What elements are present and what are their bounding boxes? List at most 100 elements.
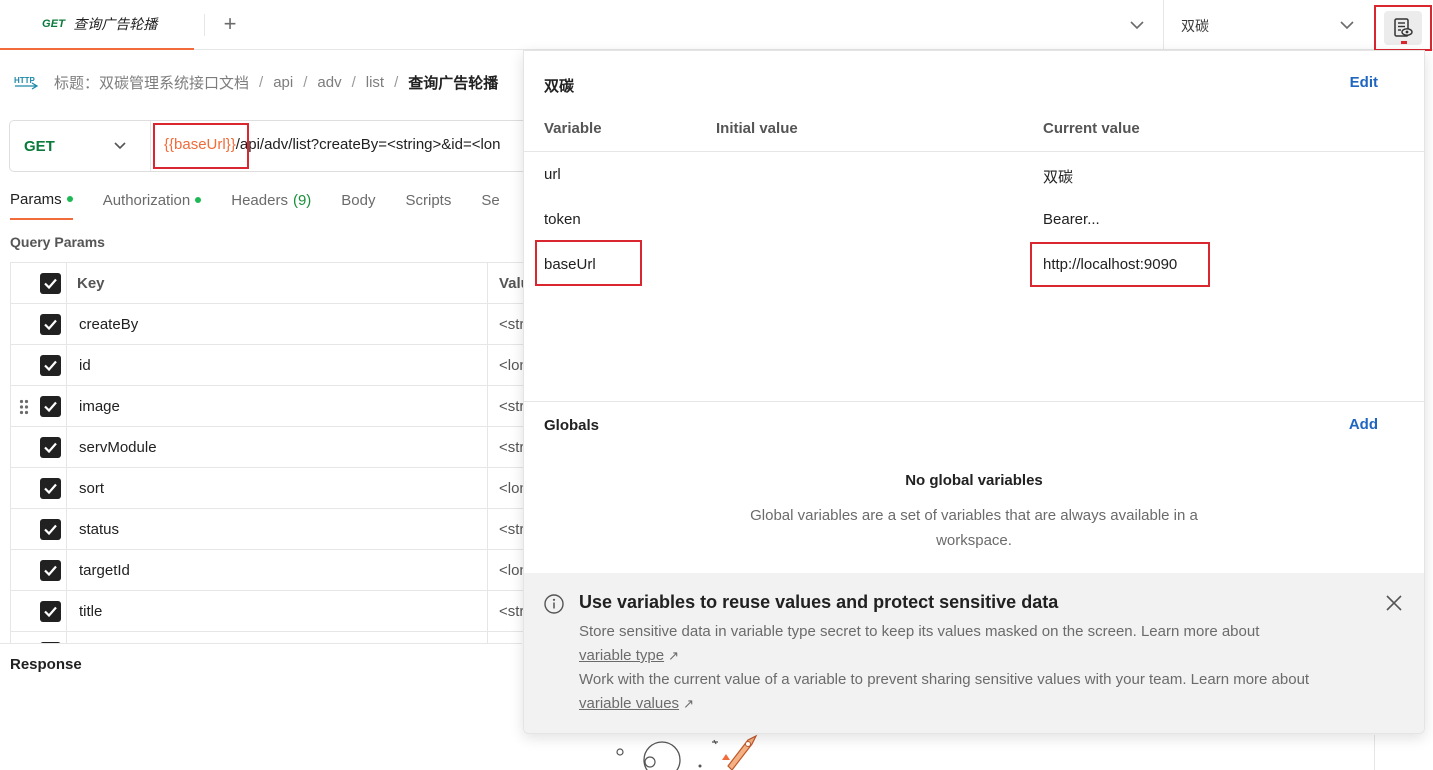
request-tab[interactable]: GET 查询广告轮播 (0, 0, 194, 50)
param-value[interactable]: <str (499, 316, 524, 333)
param-value[interactable]: <str (499, 521, 524, 538)
divider (487, 509, 488, 550)
checkbox-cell (11, 386, 67, 427)
breadcrumb-item[interactable]: adv (317, 74, 341, 91)
row-checkbox[interactable] (40, 396, 61, 417)
divider (524, 151, 1424, 152)
tab-settings[interactable]: Se (481, 188, 499, 220)
breadcrumb-separator: / (259, 73, 264, 91)
method-select[interactable]: GET (10, 121, 150, 171)
environment-quick-look-button[interactable] (1374, 5, 1432, 51)
info-icon (544, 594, 564, 614)
param-key[interactable]: createBy (79, 316, 138, 333)
tab-label: Params (10, 190, 62, 208)
divider (487, 632, 488, 643)
drag-handle-icon[interactable] (19, 399, 29, 415)
environment-quick-look-icon (1384, 11, 1422, 45)
breadcrumb-item[interactable]: list (366, 74, 384, 91)
external-link-icon: ↗ (683, 696, 694, 711)
new-tab-plus-icon[interactable]: + (218, 12, 242, 36)
divider (1163, 0, 1164, 50)
response-title: Response (10, 656, 82, 673)
breadcrumb-separator: / (303, 73, 308, 91)
row-checkbox[interactable] (40, 601, 61, 622)
tab-scripts[interactable]: Scripts (406, 188, 452, 220)
info-title: Use variables to reuse values and protec… (579, 592, 1059, 612)
environment-chevron-down-icon[interactable] (1336, 14, 1358, 36)
divider (487, 263, 488, 304)
param-value[interactable]: <str (499, 439, 524, 456)
breadcrumb-item[interactable]: api (273, 74, 293, 91)
tab-authorization[interactable]: Authorization (103, 188, 202, 220)
column-header-key: Key (77, 275, 105, 292)
table-row: servModule <str (11, 427, 530, 468)
close-icon[interactable] (1383, 592, 1405, 614)
table-row (11, 632, 530, 643)
row-checkbox[interactable] (40, 478, 61, 499)
tabs-chevron-down-icon[interactable] (1126, 14, 1148, 36)
query-params-table: Key Valu createBy <str id <lon image <st… (10, 262, 530, 643)
edit-environment-button[interactable]: Edit (1350, 74, 1378, 91)
top-tab-bar: GET 查询广告轮播 + 双碳 (0, 0, 1433, 51)
info-text: Work with the current value of a variabl… (579, 671, 1310, 688)
tab-label: Body (341, 191, 376, 209)
variable-values-link[interactable]: variable values (579, 695, 679, 712)
empty-state-title: No global variables (905, 472, 1043, 489)
divider (150, 121, 151, 171)
variable-name: url (544, 166, 561, 183)
param-value[interactable]: <str (499, 603, 524, 620)
variable-type-link[interactable]: variable type (579, 647, 664, 664)
checkbox-cell (11, 304, 67, 345)
divider (487, 550, 488, 591)
tab-label: Headers (231, 191, 288, 209)
table-row: status <str (11, 509, 530, 550)
checkbox-cell (11, 427, 67, 468)
row-checkbox[interactable] (40, 519, 61, 540)
tab-method: GET (42, 18, 66, 30)
table-header: Key Valu (11, 263, 530, 304)
param-key[interactable]: id (79, 357, 91, 374)
tab-body[interactable]: Body (341, 188, 375, 220)
row-checkbox[interactable] (40, 560, 61, 581)
info-text: Store sensitive data in variable type se… (579, 623, 1260, 640)
param-key[interactable]: image (79, 398, 120, 415)
add-global-button[interactable]: Add (1349, 416, 1378, 433)
environment-selector-value[interactable]: 双碳 (1181, 16, 1209, 36)
globals-title: Globals (544, 417, 600, 434)
environment-name: 双碳 (544, 78, 575, 95)
table-row: id <lon (11, 345, 530, 386)
param-key[interactable]: title (79, 603, 102, 620)
param-key[interactable]: targetId (79, 562, 130, 579)
variable-current-value: 双碳 (1043, 169, 1074, 186)
tab-params[interactable]: Params (10, 188, 73, 220)
divider (487, 304, 488, 345)
tab-headers[interactable]: Headers (9) (231, 188, 311, 220)
checkbox-cell (11, 632, 67, 643)
column-header-variable: Variable (544, 120, 602, 137)
status-dot (195, 197, 202, 203)
param-value[interactable]: <str (499, 398, 524, 415)
http-icon: HTTP (14, 76, 38, 90)
breadcrumb: HTTP 标题：双碳管理系统接口文档 / api / adv / list / … (14, 70, 498, 94)
info-paragraph: Store sensitive data in variable type se… (579, 620, 1339, 668)
param-key[interactable]: servModule (79, 439, 157, 456)
status-dot (66, 196, 73, 202)
divider (487, 386, 488, 427)
tab-name: 查询广告轮播 (73, 16, 158, 32)
environment-quick-look-popover: 双碳 Edit Variable Initial value Current v… (523, 50, 1425, 734)
select-all-checkbox[interactable] (40, 273, 61, 294)
row-checkbox[interactable] (40, 314, 61, 335)
request-tabs: Params Authorization Headers (9) Body Scr… (10, 188, 530, 220)
param-key[interactable]: sort (79, 480, 104, 497)
chevron-down-icon (114, 142, 126, 150)
param-key[interactable]: status (79, 521, 119, 538)
table-row: createBy <str (11, 304, 530, 345)
breadcrumb-item[interactable]: 标题：双碳管理系统接口文档 (54, 72, 249, 93)
method-value: GET (24, 137, 55, 155)
checkbox-cell (11, 263, 67, 304)
table-row: title <str (11, 591, 530, 632)
row-checkbox[interactable] (40, 355, 61, 376)
row-checkbox[interactable] (40, 437, 61, 458)
query-params-title: Query Params (10, 234, 105, 250)
tab-label: Scripts (405, 191, 452, 209)
